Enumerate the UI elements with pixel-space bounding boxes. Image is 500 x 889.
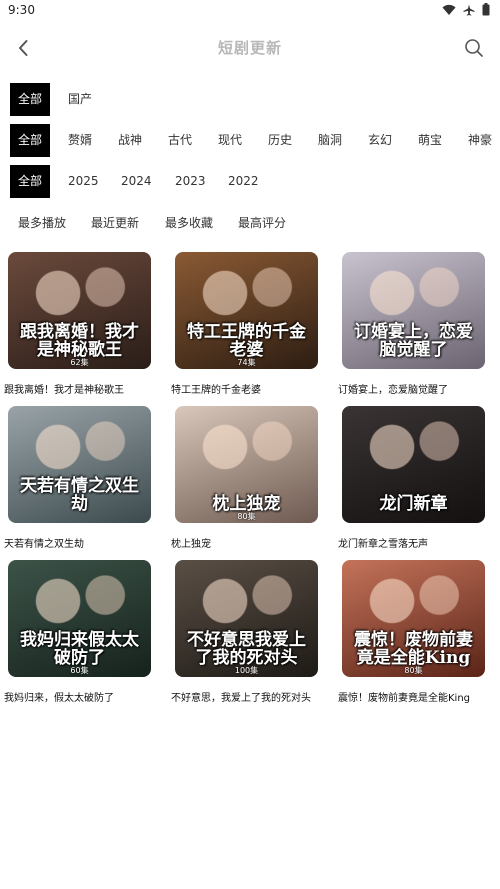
- page-title: 短剧更新: [217, 39, 282, 57]
- episode-count: 74集: [237, 358, 256, 367]
- genre-filter-row: 全部 赘婿 战神 古代 现代 历史 脑洞 玄幻 萌宝 神豪: [0, 124, 500, 157]
- status-time: 9:30: [8, 3, 35, 17]
- drama-title: 震惊！废物前妻竟是全能King: [338, 693, 471, 704]
- year-chip[interactable]: 2022: [228, 165, 259, 198]
- drama-title: 不好意思，我爱上了我的死对头: [171, 693, 311, 704]
- app-header: 短剧更新: [0, 28, 500, 68]
- genre-chip[interactable]: 萌宝: [418, 124, 442, 157]
- sort-row: 最多播放 最近更新 最多收藏 最高评分: [0, 210, 500, 234]
- drama-poster[interactable]: 天若有情之双生劫: [8, 406, 151, 523]
- drama-poster[interactable]: 我妈归来假太太破防了 60集: [8, 560, 151, 677]
- genre-chip-all[interactable]: 全部: [10, 124, 50, 157]
- genre-chip[interactable]: 古代: [168, 124, 192, 157]
- poster-caption: 订婚宴上，恋爱脑觉醒了: [354, 322, 473, 360]
- genre-chip[interactable]: 玄幻: [368, 124, 392, 157]
- battery-icon: [482, 3, 490, 16]
- genre-chip[interactable]: 现代: [218, 124, 242, 157]
- genre-chip[interactable]: 赘婿: [68, 124, 92, 157]
- genre-chip[interactable]: 脑洞: [318, 124, 342, 157]
- region-chip-domestic[interactable]: 国产: [68, 83, 92, 116]
- drama-poster[interactable]: 龙门新章: [342, 406, 485, 523]
- poster-caption: 我妈归来假太太破防了: [20, 630, 139, 668]
- poster-caption: 龙门新章: [379, 494, 448, 514]
- drama-title: 特工王牌的千金老婆: [171, 385, 261, 396]
- region-filter-row: 全部 国产: [0, 83, 500, 116]
- episode-count: 80集: [404, 666, 423, 675]
- genre-chip[interactable]: 历史: [268, 124, 292, 157]
- drama-poster[interactable]: 不好意思我爱上了我的死对头 100集: [175, 560, 318, 677]
- year-chip[interactable]: 2024: [121, 165, 152, 198]
- year-filter-row: 全部 2025 2024 2023 2022: [0, 165, 500, 198]
- episode-count: 80集: [237, 512, 256, 521]
- episode-count: 100集: [234, 666, 259, 675]
- poster-caption: 不好意思我爱上了我的死对头: [187, 630, 306, 668]
- drama-title: 我妈归来，假太太破防了: [4, 693, 114, 704]
- airplane-icon: [463, 4, 475, 16]
- year-chip[interactable]: 2025: [68, 165, 99, 198]
- wifi-icon: [442, 4, 456, 15]
- sort-most-favorited[interactable]: 最多收藏: [165, 214, 213, 231]
- drama-poster[interactable]: 特工王牌的千金老婆 74集: [175, 252, 318, 369]
- status-icons: [442, 3, 490, 16]
- drama-poster[interactable]: 震惊！废物前妻竟是全能King 80集: [342, 560, 485, 677]
- drama-title: 天若有情之双生劫: [4, 539, 84, 550]
- poster-caption: 跟我离婚！我才是神秘歌王: [20, 322, 139, 360]
- poster-caption: 天若有情之双生劫: [20, 476, 139, 514]
- year-chip-all[interactable]: 全部: [10, 165, 50, 198]
- drama-title: 订婚宴上，恋爱脑觉醒了: [338, 385, 448, 396]
- episode-count: 60集: [70, 666, 89, 675]
- drama-title: 龙门新章之雪落无声: [338, 539, 428, 550]
- sort-most-played[interactable]: 最多播放: [18, 214, 66, 231]
- status-bar: 9:30: [0, 0, 500, 22]
- drama-title: 跟我离婚！我才是神秘歌王: [4, 385, 124, 396]
- drama-poster[interactable]: 跟我离婚！我才是神秘歌王 62集: [8, 252, 151, 369]
- search-button[interactable]: [462, 36, 486, 60]
- poster-caption: 特工王牌的千金老婆: [187, 322, 306, 360]
- genre-chip[interactable]: 神豪: [468, 124, 492, 157]
- genre-chip[interactable]: 战神: [118, 124, 142, 157]
- drama-title: 枕上独宠: [171, 539, 211, 550]
- drama-poster[interactable]: 订婚宴上，恋爱脑觉醒了: [342, 252, 485, 369]
- search-icon: [465, 39, 483, 57]
- drama-poster[interactable]: 枕上独宠 80集: [175, 406, 318, 523]
- region-chip-all[interactable]: 全部: [10, 83, 50, 116]
- sort-recently-updated[interactable]: 最近更新: [91, 214, 139, 231]
- sort-top-rated[interactable]: 最高评分: [238, 214, 286, 231]
- poster-caption: 震惊！废物前妻竟是全能King: [354, 630, 473, 668]
- year-chip[interactable]: 2023: [175, 165, 206, 198]
- episode-count: 62集: [70, 358, 89, 367]
